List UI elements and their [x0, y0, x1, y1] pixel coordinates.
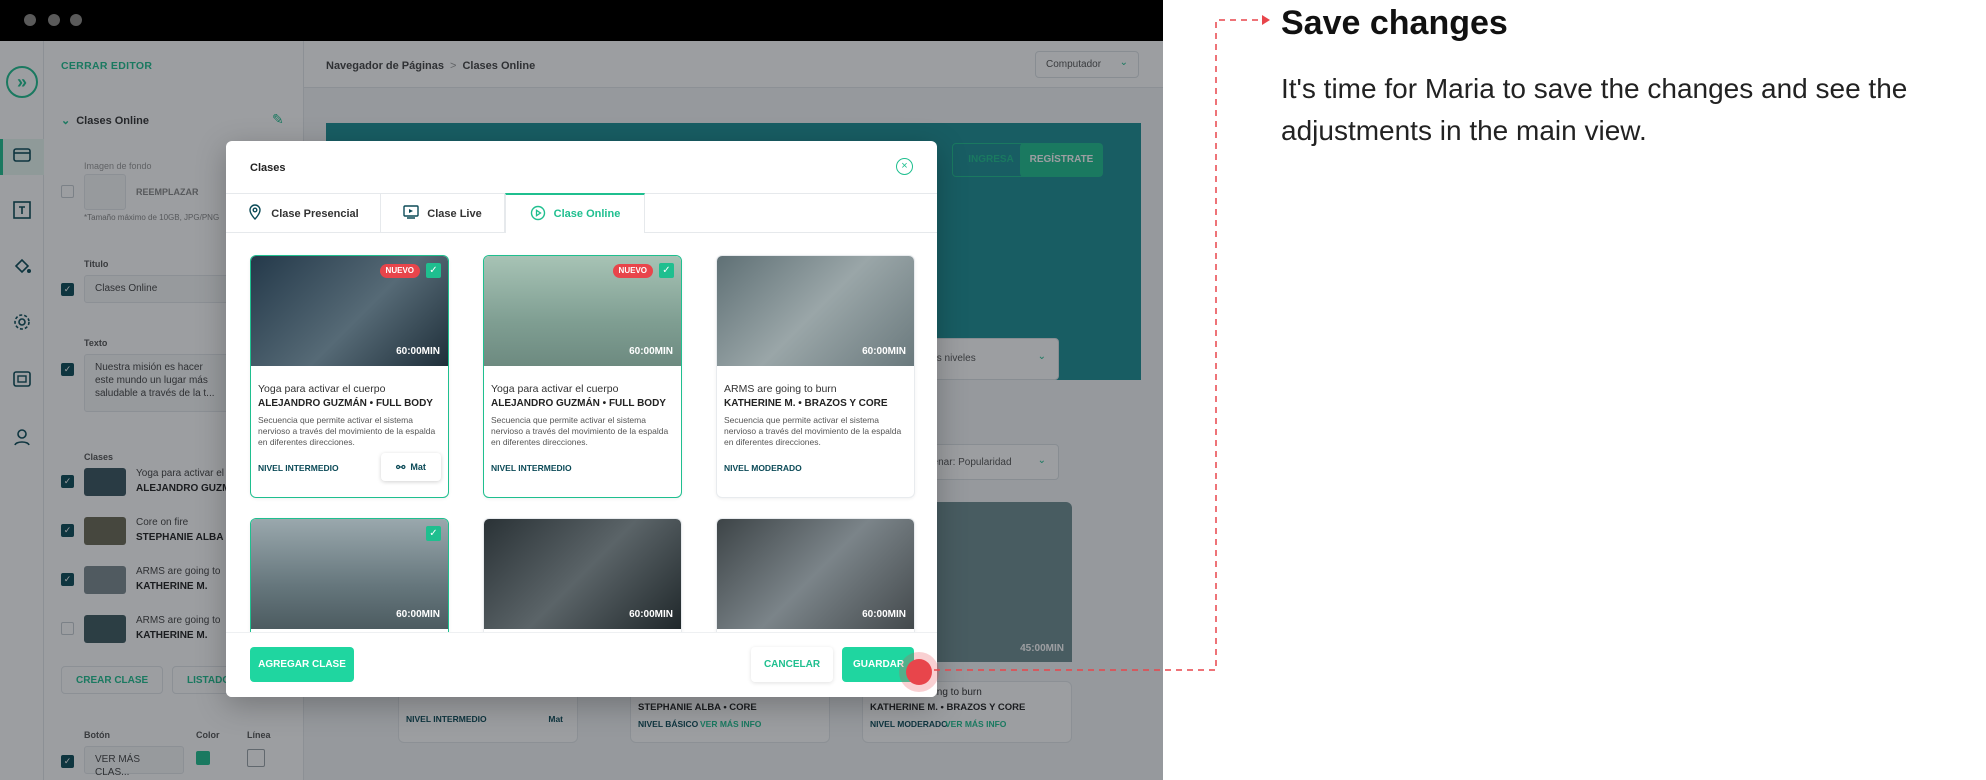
- play-circle-icon: [530, 205, 546, 224]
- classes-modal: Clases × Clase Presencial Clase Live Cla…: [226, 141, 937, 697]
- tab-clase-presencial[interactable]: Clase Presencial: [226, 194, 381, 233]
- save-button[interactable]: GUARDAR: [842, 647, 914, 682]
- class-card[interactable]: NUEVO ✓ 60:00MIN Yoga para activar el cu…: [250, 255, 449, 498]
- location-pin-icon: [247, 204, 263, 223]
- card-name: ARMS are going to burn: [724, 383, 837, 395]
- window-titlebar: [0, 0, 1163, 41]
- tab-label: Clase Live: [427, 207, 482, 220]
- class-card[interactable]: 60:00MIN ARMS are going to burn KATHERIN…: [716, 255, 915, 498]
- tab-clase-live[interactable]: Clase Live: [381, 194, 505, 233]
- tab-label: Clase Presencial: [271, 207, 359, 220]
- card-instructor: ALEJANDRO GUZMÁN • FULL BODY: [258, 398, 433, 409]
- card-duration: 60:00MIN: [629, 346, 673, 357]
- class-card-grid: NUEVO ✓ 60:00MIN Yoga para activar el cu…: [226, 234, 937, 632]
- class-card[interactable]: 60:00MIN: [483, 518, 682, 632]
- tab-label: Clase Online: [553, 208, 621, 220]
- card-duration: 60:00MIN: [862, 609, 906, 620]
- modal-tabs: Clase Presencial Clase Live Clase Online: [226, 193, 937, 233]
- class-card[interactable]: NUEVO ✓ 60:00MIN Yoga para activar el cu…: [483, 255, 682, 498]
- new-badge: NUEVO: [612, 264, 653, 278]
- checkbox-checked-icon[interactable]: ✓: [426, 526, 441, 541]
- card-description: Secuencia que permite activar el sistema…: [258, 415, 436, 447]
- tutorial-slide: » CERRAR EDITOR ⌄ Clases Online ✎ Imagen…: [0, 0, 1986, 780]
- class-card[interactable]: 60:00MIN: [716, 518, 915, 632]
- new-badge: NUEVO: [379, 264, 420, 278]
- card-duration: 60:00MIN: [396, 346, 440, 357]
- card-description: Secuencia que permite activar el sistema…: [491, 415, 669, 447]
- tab-clase-online[interactable]: Clase Online: [505, 193, 645, 233]
- window-minimize-dot[interactable]: [48, 14, 60, 26]
- card-duration: 60:00MIN: [396, 609, 440, 620]
- card-duration: 60:00MIN: [862, 346, 906, 357]
- card-name: Yoga para activar el cuerpo: [491, 383, 619, 395]
- dumbbell-icon: ⚯: [396, 461, 406, 474]
- card-instructor: ALEJANDRO GUZMÁN • FULL BODY: [491, 398, 666, 409]
- checkbox-checked-icon[interactable]: ✓: [426, 263, 441, 278]
- monitor-video-icon: [403, 204, 419, 223]
- card-name: Yoga para activar el cuerpo: [258, 383, 386, 395]
- checkbox-checked-icon[interactable]: ✓: [659, 263, 674, 278]
- card-duration: 60:00MIN: [629, 609, 673, 620]
- class-card[interactable]: ✓ 60:00MIN: [250, 518, 449, 632]
- annotation-title: Save changes: [1281, 4, 1508, 42]
- mat-label: Mat: [410, 462, 426, 472]
- add-class-button[interactable]: AGREGAR CLASE: [250, 647, 354, 682]
- close-icon[interactable]: ×: [896, 158, 913, 175]
- window-close-dot[interactable]: [24, 14, 36, 26]
- mat-chip: ⚯ Mat: [381, 453, 441, 481]
- window-zoom-dot[interactable]: [70, 14, 82, 26]
- card-description: Secuencia que permite activar el sistema…: [724, 415, 902, 447]
- annotation-body: It's time for Maria to save the changes …: [1281, 73, 1908, 146]
- modal-footer: AGREGAR CLASE CANCELAR GUARDAR: [226, 632, 937, 697]
- cancel-button[interactable]: CANCELAR: [751, 647, 833, 682]
- card-instructor: KATHERINE M. • BRAZOS Y CORE: [724, 398, 888, 409]
- click-indicator: [906, 659, 932, 685]
- card-level: NIVEL INTERMEDIO: [258, 463, 339, 473]
- modal-title: Clases: [250, 162, 286, 174]
- card-level: NIVEL INTERMEDIO: [491, 463, 572, 473]
- card-level: NIVEL MODERADO: [724, 463, 802, 473]
